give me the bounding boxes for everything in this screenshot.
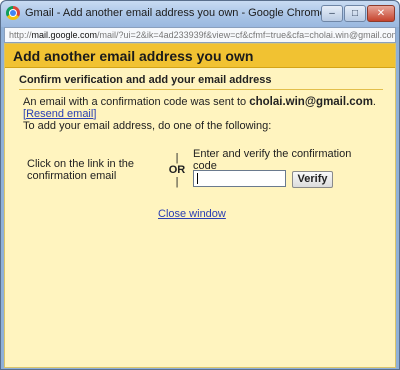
maximize-button[interactable]: □	[344, 5, 366, 22]
dialog-content: Add another email address you own Confir…	[4, 43, 396, 368]
dialog-subheader: Confirm verification and add your email …	[19, 70, 383, 90]
or-bar-top: |	[175, 152, 179, 164]
option-email-link: Click on the link in the confirmation em…	[27, 158, 147, 182]
resend-email-link[interactable]: Resend email	[26, 108, 93, 120]
resend-line: [Resend email]	[23, 108, 383, 120]
or-bar-bottom: |	[175, 176, 179, 188]
chrome-icon	[6, 6, 20, 20]
confirmation-code-input[interactable]	[193, 170, 286, 187]
info-line: An email with a confirmation code was se…	[23, 96, 383, 108]
title-bar[interactable]: Gmail - Add another email address you ow…	[1, 1, 399, 27]
confirmation-info: An email with a confirmation code was se…	[23, 96, 383, 132]
url-host: mail.google.com	[31, 30, 98, 40]
text-cursor	[197, 173, 198, 184]
address-bar[interactable]: http://mail.google.com/mail/?ui=2&ik=4ad…	[4, 27, 396, 43]
option-enter-code: Enter and verify the confirmation code	[193, 148, 352, 172]
dialog-title: Add another email address you own	[5, 44, 395, 68]
browser-window: Gmail - Add another email address you ow…	[0, 0, 400, 370]
close-button[interactable]: ✕	[367, 5, 395, 22]
or-label: OR	[168, 164, 186, 176]
info-prefix: An email with a confirmation code was se…	[23, 96, 250, 108]
resend-close-bracket: ]	[93, 108, 97, 120]
url-path: /mail/?ui=2&ik=4ad233939f&view=cf&cfmf=t…	[97, 30, 395, 40]
option-code-line1: Enter and verify the confirmation	[193, 148, 352, 160]
verify-button[interactable]: Verify	[292, 171, 333, 188]
minimize-button[interactable]: –	[321, 5, 343, 22]
instructions: To add your email address, do one of the…	[23, 120, 272, 132]
option-link-line1: Click on the link in the	[27, 158, 134, 170]
info-suffix: .	[372, 96, 376, 108]
email-address: cholai.win@gmail.com	[249, 96, 373, 108]
or-divider: | OR |	[167, 152, 187, 188]
option-link-line2: confirmation email	[27, 170, 117, 182]
close-window-link[interactable]: Close window	[158, 208, 226, 220]
url-prefix: http://	[9, 30, 32, 40]
window-title: Gmail - Add another email address you ow…	[25, 7, 326, 19]
